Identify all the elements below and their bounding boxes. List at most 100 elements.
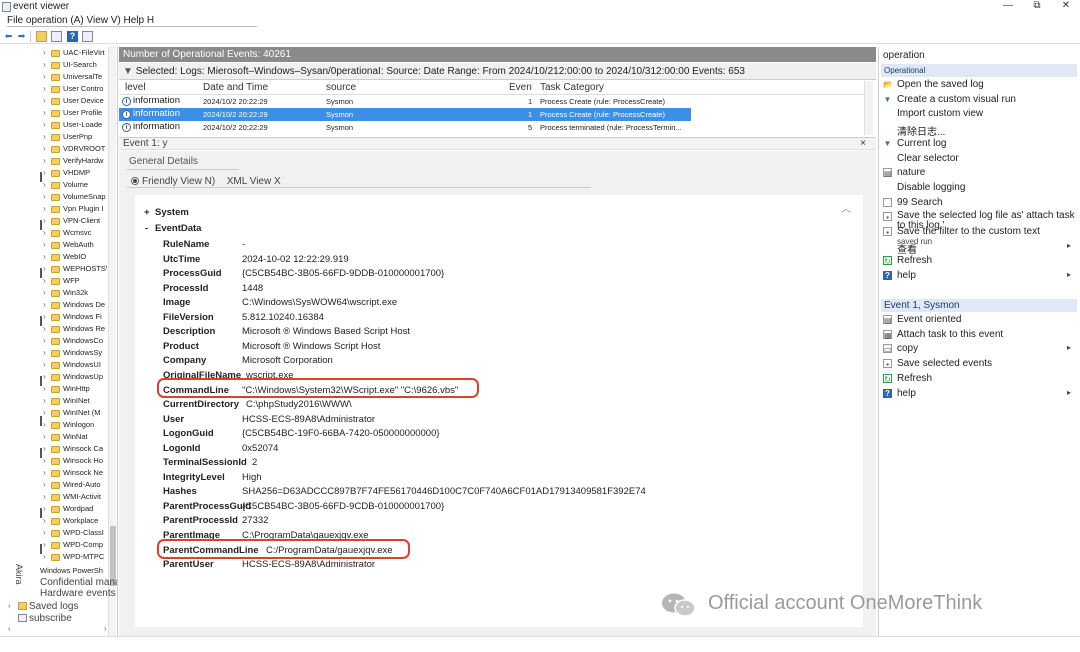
- tree-item[interactable]: › UAC-FileVirt: [0, 48, 117, 60]
- expand-chevron-icon[interactable]: ›: [43, 240, 46, 249]
- tree-item[interactable]: › Wired-Auto: [0, 480, 117, 492]
- tree-item[interactable]: › VHDMP: [0, 168, 117, 180]
- tree-item[interactable]: › Winsock Ho: [0, 456, 117, 468]
- collapse-eventdata-icon[interactable]: -: [145, 223, 148, 234]
- tree-item[interactable]: › Vpn Plugin I: [0, 204, 117, 216]
- tree-item[interactable]: › Wcmsvc: [0, 228, 117, 240]
- tree-item-subscribe[interactable]: subscribe: [29, 613, 72, 624]
- tab-general-details[interactable]: General Details: [129, 156, 198, 167]
- action-item[interactable]: ? help ▸: [883, 388, 1077, 400]
- expand-chevron-icon[interactable]: ›: [43, 456, 46, 465]
- action-item[interactable]: 99 Search: [883, 197, 1077, 209]
- expand-chevron-icon[interactable]: ›: [43, 468, 46, 477]
- tree-item[interactable]: › WindowsUI: [0, 360, 117, 372]
- scroll-up-icon[interactable]: ︿: [841, 200, 851, 215]
- expand-chevron-icon[interactable]: ›: [43, 108, 46, 117]
- tree-item-powershell[interactable]: Windows PowerSh: [40, 566, 103, 575]
- tree-item[interactable]: › WindowsUp: [0, 372, 117, 384]
- expand-chevron-icon[interactable]: ›: [43, 432, 46, 441]
- expand-chevron-icon[interactable]: ›: [43, 120, 46, 129]
- action-item[interactable]: ▼ Create a custom visual run: [883, 94, 1077, 106]
- tree-item[interactable]: › User Profile: [0, 108, 117, 120]
- tree-item[interactable]: › WEPHOSTS\: [0, 264, 117, 276]
- tree-item[interactable]: › Volume: [0, 180, 117, 192]
- expand-chevron-icon[interactable]: ›: [43, 204, 46, 213]
- action-item[interactable]: Clear selector: [883, 153, 1077, 165]
- expand-chevron-icon[interactable]: ›: [43, 276, 46, 285]
- action-item[interactable]: ▼ Current log: [883, 138, 1077, 150]
- expand-chevron-icon[interactable]: ›: [43, 384, 46, 393]
- tree-item[interactable]: › WFP: [0, 276, 117, 288]
- help-icon[interactable]: ?: [67, 31, 78, 42]
- expand-chevron-icon[interactable]: ›: [43, 300, 46, 309]
- table-row[interactable]: i information 2024/10/2 20:22:29 Sysmon 1 Pro…: [119, 95, 691, 108]
- expand-chevron-icon[interactable]: ›: [43, 84, 46, 93]
- expand-chevron-icon[interactable]: ›: [43, 72, 46, 81]
- tree-item[interactable]: › WinHttp: [0, 384, 117, 396]
- expand-chevron-icon[interactable]: ›: [43, 552, 46, 561]
- tree-item[interactable]: › UI-Search: [0, 60, 117, 72]
- tree-item[interactable]: › Winsock Ne: [0, 468, 117, 480]
- tree-item-akira[interactable]: Akira: [14, 564, 24, 585]
- action-item[interactable]: 清除日志...: [883, 123, 1077, 138]
- tree-item[interactable]: › VPN-Client: [0, 216, 117, 228]
- column-header-source[interactable]: source: [326, 82, 356, 93]
- tree-item[interactable]: › Win32k: [0, 288, 117, 300]
- action-item[interactable]: ? help ▸: [883, 270, 1077, 282]
- expand-chevron-icon[interactable]: ›: [43, 96, 46, 105]
- expand-chevron-icon[interactable]: ›: [43, 540, 46, 549]
- expand-chevron-icon[interactable]: ›: [43, 288, 46, 297]
- expand-chevron-icon[interactable]: ›: [43, 420, 46, 429]
- expand-chevron-icon[interactable]: ›: [43, 504, 46, 513]
- action-item[interactable]: ▦ Attach task to this event: [883, 329, 1077, 341]
- tree-item[interactable]: › WPD-Comp: [0, 540, 117, 552]
- tree-item-confidential[interactable]: Confidential management service: [40, 577, 117, 588]
- console-tree-icon[interactable]: [51, 31, 62, 42]
- table-row[interactable]: i information 2024/10/2 20:22:29 Sysmon 5 Pro…: [119, 121, 691, 134]
- xml-view-label[interactable]: XML View X: [227, 176, 281, 187]
- actions-section-event[interactable]: Event 1, Sysmon: [881, 299, 1077, 312]
- expand-chevron-icon[interactable]: ›: [43, 156, 46, 165]
- action-item[interactable]: ↻ Refresh: [883, 373, 1077, 385]
- action-item[interactable]: ↻ Refresh: [883, 255, 1077, 267]
- tree-item[interactable]: › WinINet (M: [0, 408, 117, 420]
- action-item[interactable]: Import custom view: [883, 108, 1077, 120]
- expand-chevron-icon[interactable]: ›: [43, 264, 46, 273]
- expand-chevron-icon[interactable]: ›: [43, 180, 46, 189]
- tree-item[interactable]: › UniversalTe: [0, 72, 117, 84]
- expand-chevron-icon[interactable]: ›: [43, 480, 46, 489]
- menu-items[interactable]: File operation (A) View V) Help H: [7, 15, 154, 26]
- expand-chevron-icon[interactable]: ›: [43, 60, 46, 69]
- expand-chevron-icon[interactable]: ›: [43, 324, 46, 333]
- tree-item[interactable]: › WinINet: [0, 396, 117, 408]
- expand-chevron-icon[interactable]: ›: [43, 492, 46, 501]
- tree-scrollbar[interactable]: [108, 46, 116, 636]
- expand-chevron-icon[interactable]: ›: [43, 408, 46, 417]
- tree-item[interactable]: › Winsock Ca: [0, 444, 117, 456]
- scroll-right-arrow-icon[interactable]: ›: [104, 624, 107, 633]
- minimize-button[interactable]: —: [996, 0, 1020, 11]
- tree-item[interactable]: › Windows Fi: [0, 312, 117, 324]
- table-scrollbar[interactable]: [864, 81, 873, 135]
- tree-item-hardware-events[interactable]: Hardware events: [40, 588, 116, 599]
- expand-chevron-icon[interactable]: ›: [43, 336, 46, 345]
- tree-item[interactable]: › VolumeSnap: [0, 192, 117, 204]
- tree-item[interactable]: › WebAuth: [0, 240, 117, 252]
- actions-section-operational[interactable]: Operational: [881, 64, 1077, 77]
- close-detail-button[interactable]: ×: [860, 138, 866, 150]
- expand-chevron-icon[interactable]: ›: [43, 252, 46, 261]
- expand-saved-logs-icon[interactable]: ›: [8, 601, 11, 610]
- action-item[interactable]: ▤ nature: [883, 167, 1077, 179]
- tree-item[interactable]: › VDRVROOT: [0, 144, 117, 156]
- action-item[interactable]: Disable logging: [883, 182, 1077, 194]
- expand-chevron-icon[interactable]: ›: [43, 168, 46, 177]
- section-eventdata[interactable]: EventData: [155, 223, 201, 234]
- action-pane-icon[interactable]: [82, 31, 93, 42]
- tree-item[interactable]: › WebIO: [0, 252, 117, 264]
- restore-button[interactable]: ⧉: [1025, 0, 1049, 11]
- tree-item[interactable]: › Winlogon: [0, 420, 117, 432]
- friendly-view-radio[interactable]: [131, 177, 139, 185]
- friendly-view-label[interactable]: Friendly View N): [142, 176, 215, 187]
- expand-chevron-icon[interactable]: ›: [43, 312, 46, 321]
- expand-chevron-icon[interactable]: ›: [43, 48, 46, 57]
